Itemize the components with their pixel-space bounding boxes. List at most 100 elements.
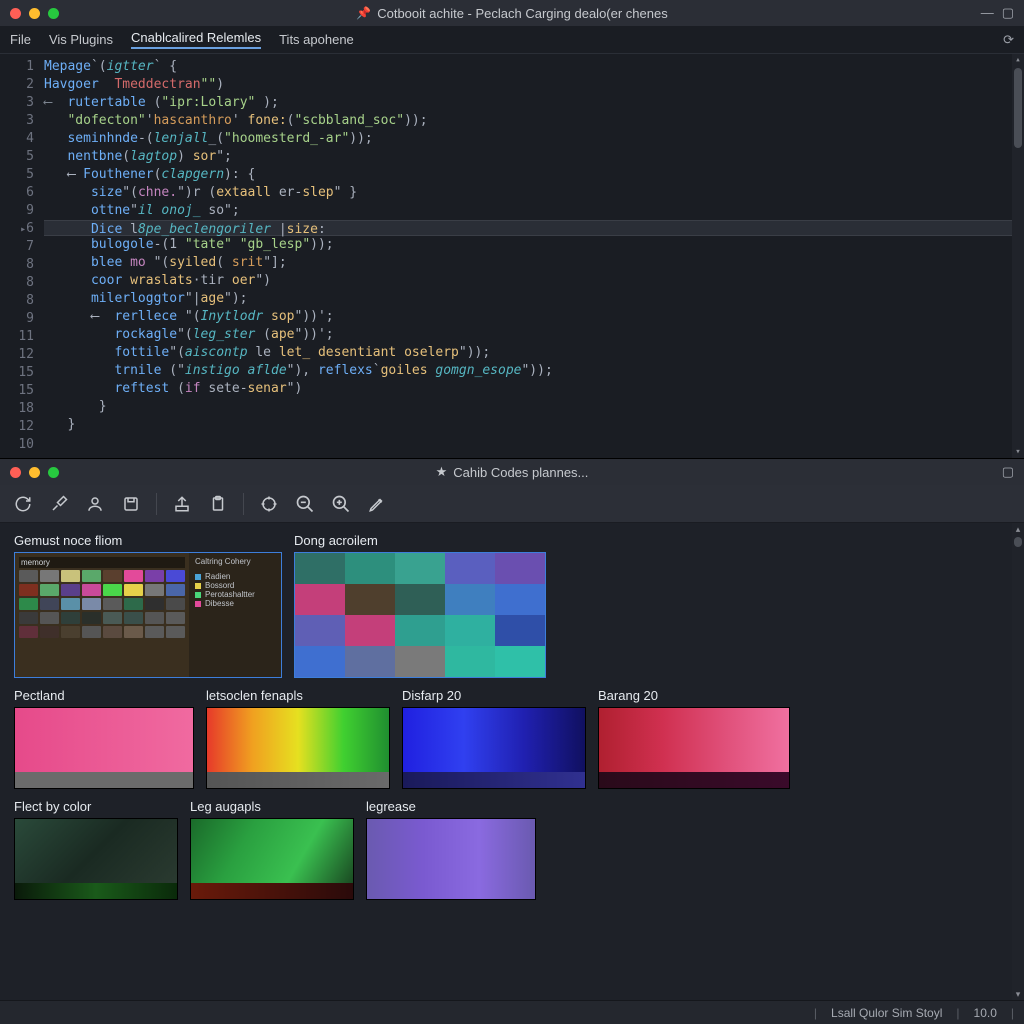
color-swatch[interactable] <box>295 584 345 615</box>
code-line[interactable]: ottne"il onoj_ so"; <box>44 202 1018 220</box>
card-letsoclen[interactable]: letsoclen fenapls <box>206 688 390 789</box>
color-swatch[interactable] <box>61 570 80 582</box>
card-flect[interactable]: Flect by color <box>14 799 178 900</box>
close-icon[interactable] <box>10 8 21 19</box>
code-line[interactable]: nentbne(lagtop) sor"; <box>44 148 1018 166</box>
code-line[interactable]: size"(chne.")r (extaall er-slep" } <box>44 184 1018 202</box>
menu-tits-apohene[interactable]: Tits apohene <box>279 32 354 47</box>
color-swatch[interactable] <box>445 584 495 615</box>
color-swatch[interactable] <box>103 584 122 596</box>
color-swatch[interactable] <box>166 612 185 624</box>
scroll-down-icon[interactable]: ▾ <box>1012 988 1024 1000</box>
color-swatch[interactable] <box>495 615 545 646</box>
color-swatch[interactable] <box>166 584 185 596</box>
menu-file[interactable]: File <box>10 32 31 47</box>
card-legrease[interactable]: legrease <box>366 799 536 900</box>
color-swatch[interactable] <box>345 615 395 646</box>
code-line[interactable]: blee mo "(syiled( srit"]; <box>44 254 1018 272</box>
card-barang[interactable]: Barang 20 <box>598 688 790 789</box>
scroll-thumb[interactable] <box>1014 68 1022 148</box>
code-line[interactable]: Dice l8pe_beclengoriler |size: <box>44 220 1018 236</box>
maximize-icon[interactable] <box>48 467 59 478</box>
color-swatch[interactable] <box>345 584 395 615</box>
color-swatch[interactable] <box>103 570 122 582</box>
color-swatch[interactable] <box>145 570 164 582</box>
zoom-in-icon[interactable] <box>328 491 354 517</box>
scroll-up-icon[interactable]: ▴ <box>1012 54 1024 66</box>
minimize-icon[interactable] <box>29 467 40 478</box>
color-swatch[interactable] <box>124 570 143 582</box>
maximize-button[interactable]: ▢ <box>1002 464 1014 480</box>
code-line[interactable]: ⟵ Fouthener(clapgern): { <box>44 166 1018 184</box>
color-swatch[interactable] <box>19 612 38 624</box>
card-leg[interactable]: Leg augapls <box>190 799 354 900</box>
close-icon[interactable] <box>10 467 21 478</box>
color-swatch[interactable] <box>445 553 495 584</box>
color-swatch[interactable] <box>166 570 185 582</box>
color-swatch[interactable] <box>495 553 545 584</box>
clipboard-icon[interactable] <box>205 491 231 517</box>
scroll-thumb[interactable] <box>1014 537 1022 547</box>
code-line[interactable]: ⟵ rutertable ("ipr:Lolary" ); <box>44 94 1018 112</box>
pencil-icon[interactable] <box>364 491 390 517</box>
color-swatch[interactable] <box>295 615 345 646</box>
color-swatch[interactable] <box>445 646 495 677</box>
color-swatch[interactable] <box>19 584 38 596</box>
color-swatch[interactable] <box>124 612 143 624</box>
code-line[interactable]: rockagle"(leg_ster (ape"))'; <box>44 326 1018 344</box>
color-swatch[interactable] <box>345 553 395 584</box>
editor-scrollbar[interactable]: ▴ ▾ <box>1012 54 1024 458</box>
code-line[interactable]: Havgoer Tmeddectran"") <box>44 76 1018 94</box>
color-swatch[interactable] <box>103 612 122 624</box>
color-swatch[interactable] <box>61 626 80 638</box>
color-swatch[interactable] <box>40 570 59 582</box>
refresh-icon[interactable]: ⟳ <box>1003 32 1014 48</box>
code-line[interactable]: bulogole-(1 "tate" "gb_lesp")); <box>44 236 1018 254</box>
color-swatch[interactable] <box>495 584 545 615</box>
code-line[interactable]: trnile ("instigo aflde"), reflexs`goiles… <box>44 362 1018 380</box>
scroll-up-icon[interactable]: ▴ <box>1012 523 1024 535</box>
code-editor[interactable]: 123345569▸67888911121515181210 Mepage`(i… <box>0 54 1024 458</box>
save-icon[interactable] <box>118 491 144 517</box>
menu-cnablcalired-relemles[interactable]: Cnablcalired Relemles <box>131 30 261 49</box>
color-swatch[interactable] <box>61 612 80 624</box>
color-swatch[interactable] <box>445 615 495 646</box>
color-swatch[interactable] <box>145 584 164 596</box>
export-icon[interactable] <box>169 491 195 517</box>
refresh-icon[interactable] <box>10 491 36 517</box>
card-disfarp[interactable]: Disfarp 20 <box>402 688 586 789</box>
color-swatch[interactable] <box>495 646 545 677</box>
color-swatch[interactable] <box>82 626 101 638</box>
color-swatch[interactable] <box>395 646 445 677</box>
color-swatch[interactable] <box>395 553 445 584</box>
color-swatch[interactable] <box>124 626 143 638</box>
code-line[interactable]: ⟵ rerllece "(Inytlodr sop"))'; <box>44 308 1018 326</box>
code-area[interactable]: Mepage`(igtter` {Havgoer Tmeddectran"")⟵… <box>42 54 1024 458</box>
code-line[interactable]: fottile"(aiscontp le let_ desentiant ose… <box>44 344 1018 362</box>
color-swatch[interactable] <box>295 646 345 677</box>
menu-vis-plugins[interactable]: Vis Plugins <box>49 32 113 47</box>
color-swatch[interactable] <box>145 612 164 624</box>
color-swatch[interactable] <box>82 570 101 582</box>
maximize-button[interactable]: ▢ <box>1002 5 1014 21</box>
color-swatch[interactable] <box>40 612 59 624</box>
person-icon[interactable] <box>82 491 108 517</box>
color-swatch[interactable] <box>61 584 80 596</box>
color-swatch[interactable] <box>61 598 80 610</box>
color-swatch[interactable] <box>145 598 164 610</box>
color-swatch[interactable] <box>124 598 143 610</box>
minimize-button[interactable]: — <box>981 5 994 21</box>
color-swatch[interactable] <box>82 612 101 624</box>
code-line[interactable]: seminhnde-(lenjall_("hoomesterd_-ar")); <box>44 130 1018 148</box>
color-swatch[interactable] <box>103 598 122 610</box>
code-line[interactable]: reftest (if sete-senar") <box>44 380 1018 398</box>
code-line[interactable]: coor wraslats·tir oer") <box>44 272 1018 290</box>
scroll-down-icon[interactable]: ▾ <box>1012 446 1024 458</box>
code-line[interactable]: milerloggtor"|age"); <box>44 290 1018 308</box>
color-swatch[interactable] <box>82 584 101 596</box>
color-swatch[interactable] <box>40 584 59 596</box>
code-line[interactable]: } <box>44 398 1018 416</box>
color-swatch[interactable] <box>40 598 59 610</box>
color-swatch[interactable] <box>40 626 59 638</box>
color-swatch[interactable] <box>19 626 38 638</box>
